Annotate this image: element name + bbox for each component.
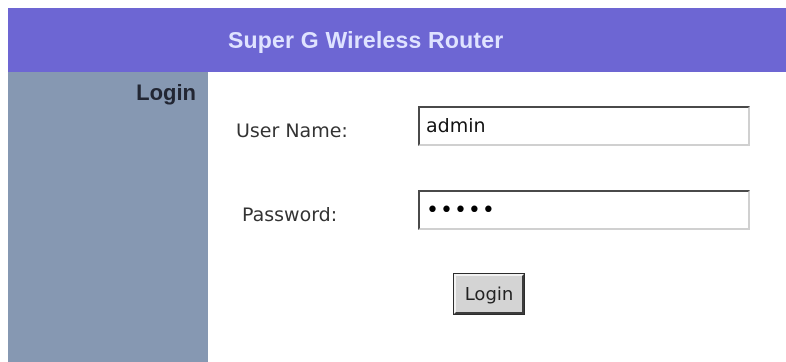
top-margin: [0, 0, 786, 8]
login-form-area: User Name: Password: Login: [208, 72, 786, 362]
router-login-page: Super G Wireless Router Login User Name:…: [0, 0, 786, 362]
login-button[interactable]: Login: [453, 273, 525, 315]
sidebar-title: Login: [136, 80, 196, 105]
header-bar: Super G Wireless Router: [8, 8, 786, 72]
sidebar: Login: [8, 72, 208, 362]
password-input[interactable]: [418, 190, 750, 230]
header-spacer: [8, 8, 208, 72]
page-title: Super G Wireless Router: [228, 26, 504, 53]
password-label: Password:: [242, 204, 338, 226]
username-label: User Name:: [236, 120, 348, 142]
username-input[interactable]: [418, 106, 750, 146]
